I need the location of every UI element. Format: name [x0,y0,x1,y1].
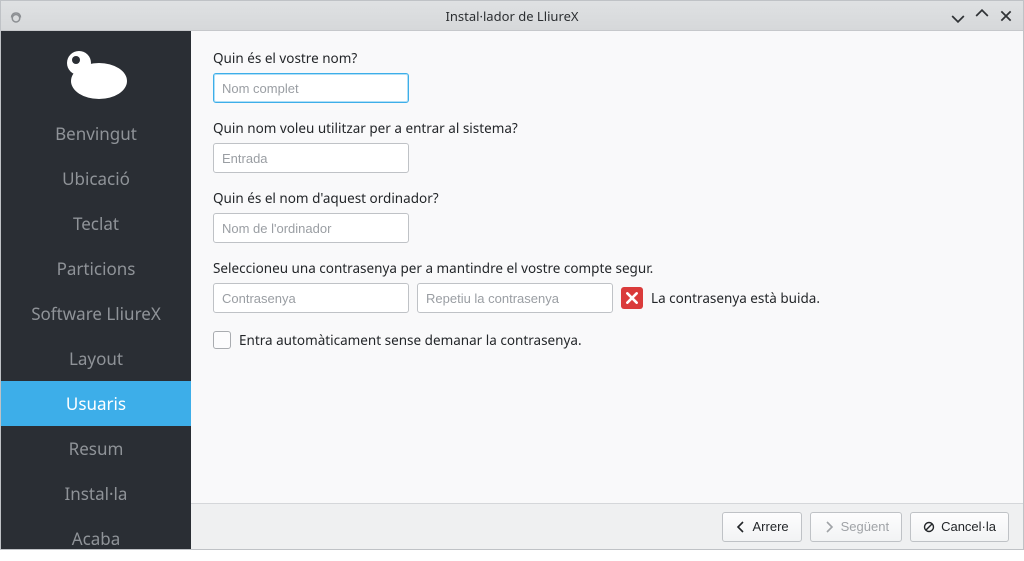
label-fullname: Quin és el vostre nom? [213,49,1001,67]
sidebar-item-benvingut[interactable]: Benvingut [1,111,191,156]
sidebar-item-resum[interactable]: Resum [1,426,191,471]
sidebar-item-teclat[interactable]: Teclat [1,201,191,246]
titlebar: Instal·lador de LliureX [1,1,1023,31]
autologin-row: Entra automàticament sense demanar la co… [213,331,1001,349]
sidebar-item-particions[interactable]: Particions [1,246,191,291]
sidebar-item-software[interactable]: Software LliureX [1,291,191,336]
cancel-button[interactable]: Cancel·la [910,512,1009,542]
sidebar-item-usuaris[interactable]: Usuaris [1,381,191,426]
label-password: Seleccioneu una contrasenya per a mantin… [213,259,1001,277]
cancel-button-label: Cancel·la [941,519,996,534]
window-controls [951,9,1023,23]
distro-logo [1,31,191,111]
next-button-label: Següent [841,519,889,534]
error-icon [621,287,643,309]
autologin-label: Entra automàticament sense demanar la co… [239,331,582,349]
password-row: La contrasenya està buida. [213,283,1001,313]
label-hostname: Quin és el nom d'aquest ordinador? [213,189,1001,207]
field-username: Quin nom voleu utilitzar per a entrar al… [213,119,1001,173]
sidebar: Benvingut Ubicació Teclat Particions Sof… [1,31,191,549]
close-icon[interactable] [999,9,1013,23]
field-fullname: Quin és el vostre nom? [213,49,1001,103]
maximize-icon[interactable] [975,9,989,23]
sidebar-nav: Benvingut Ubicació Teclat Particions Sof… [1,111,191,561]
field-hostname: Quin és el nom d'aquest ordinador? [213,189,1001,243]
next-button[interactable]: Següent [810,512,902,542]
user-form: Quin és el vostre nom? Quin nom voleu ut… [191,31,1023,503]
chevron-left-icon [735,521,747,533]
footer-bar: Arrere Següent Cancel·la [191,503,1023,549]
input-fullname[interactable] [213,73,409,103]
installer-window: Instal·lador de LliureX Benvingut Ubicac… [0,0,1024,550]
sidebar-item-acaba[interactable]: Acaba [1,516,191,561]
input-hostname[interactable] [213,213,409,243]
chevron-right-icon [823,521,835,533]
cancel-icon [923,521,935,533]
back-button[interactable]: Arrere [722,512,802,542]
sidebar-item-installa[interactable]: Instal·la [1,471,191,516]
window-body: Benvingut Ubicació Teclat Particions Sof… [1,31,1023,549]
minimize-icon[interactable] [951,9,965,23]
input-password[interactable] [213,283,409,313]
label-username: Quin nom voleu utilitzar per a entrar al… [213,119,1001,137]
input-password-repeat[interactable] [417,283,613,313]
input-username[interactable] [213,143,409,173]
error-text: La contrasenya està buida. [651,289,820,307]
window-title: Instal·lador de LliureX [1,7,1023,25]
sidebar-item-ubicacio[interactable]: Ubicació [1,156,191,201]
autologin-checkbox[interactable] [213,331,231,349]
sidebar-item-layout[interactable]: Layout [1,336,191,381]
field-password: Seleccioneu una contrasenya per a mantin… [213,259,1001,313]
back-button-label: Arrere [753,519,789,534]
main-panel: Quin és el vostre nom? Quin nom voleu ut… [191,31,1023,549]
